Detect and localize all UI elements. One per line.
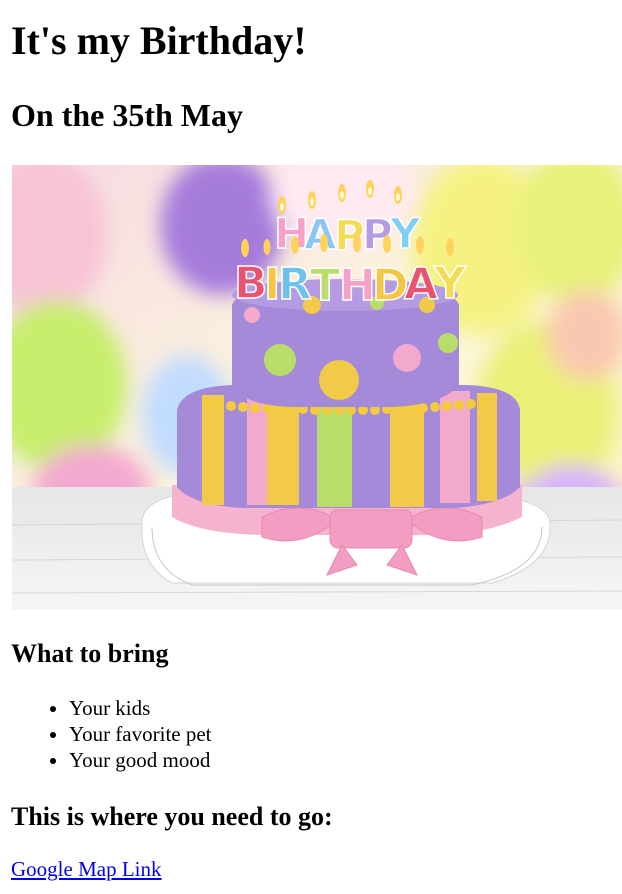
what-to-bring-heading: What to bring — [11, 639, 169, 668]
page-subtitle: On the 35th May — [11, 97, 243, 133]
directions-heading: This is where you need to go: — [11, 802, 333, 831]
svg-text:P: P — [334, 211, 365, 260]
svg-text:B: B — [234, 258, 268, 309]
birthday-cake-image: H A P P Y B I R T H D A Y — [12, 165, 622, 610]
svg-text:Y: Y — [433, 258, 467, 309]
bring-list: Your kids Your favorite pet Your good mo… — [0, 695, 212, 773]
svg-text:A: A — [404, 259, 438, 310]
svg-text:A: A — [304, 210, 337, 259]
svg-text:H: H — [339, 260, 376, 311]
list-item: Your good mood — [69, 747, 212, 773]
google-map-link[interactable]: Google Map Link — [11, 857, 161, 882]
svg-text:T: T — [310, 260, 340, 311]
svg-text:R: R — [278, 259, 312, 310]
list-item: Your favorite pet — [69, 721, 212, 747]
list-item: Your kids — [69, 695, 212, 721]
svg-text:Y: Y — [389, 209, 421, 258]
